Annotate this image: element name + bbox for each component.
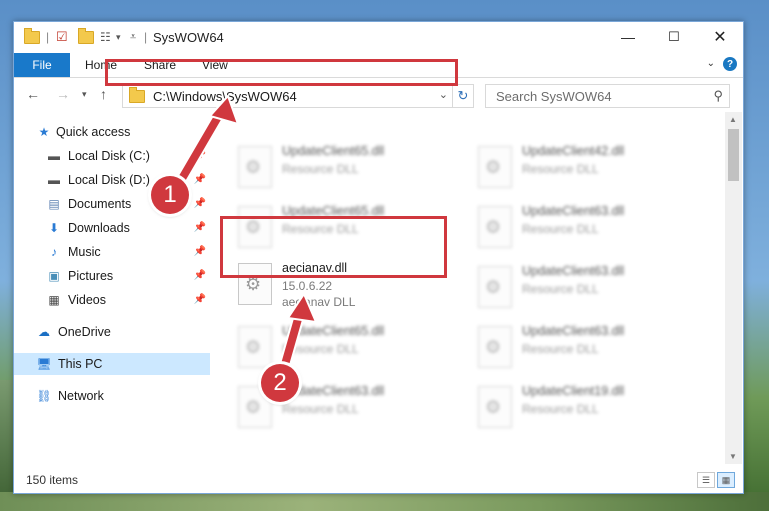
maximize-button[interactable]: ☐ [651, 22, 697, 52]
new-folder-icon[interactable] [78, 27, 94, 45]
properties-icon[interactable]: ☑ [56, 29, 68, 45]
file-item[interactable]: UpdateClient42.dll Resource DLL [474, 140, 694, 196]
scroll-up-icon[interactable]: ▲ [729, 115, 737, 124]
network-icon: ⛓ [36, 389, 52, 403]
search-box[interactable]: ⚲ [485, 84, 730, 108]
drive-icon: ▬ [48, 149, 60, 163]
sidebar-item-pictures[interactable]: ▣ Pictures 📌 [14, 265, 210, 287]
customize-quick-access-icon[interactable]: ⩡ [130, 29, 136, 45]
navigation-pane: ★ Quick access ▬ Local Disk (C:) 📌 ▬ Loc… [14, 112, 210, 464]
pin-icon: 📌 [193, 174, 206, 185]
documents-icon: ▤ [48, 197, 60, 211]
details-view-icon[interactable]: ☰ [697, 472, 715, 488]
dll-file-icon [238, 326, 272, 368]
pin-icon: 📌 [193, 294, 206, 305]
scroll-down-icon[interactable]: ▼ [729, 452, 737, 461]
videos-icon: ▦ [48, 293, 60, 307]
pin-icon: 📌 [193, 270, 206, 281]
large-icons-view-icon[interactable]: ▦ [717, 472, 735, 488]
search-icon[interactable]: ⚲ [713, 88, 723, 104]
dll-file-icon [238, 146, 272, 188]
back-arrow-icon[interactable]: ← [26, 86, 40, 102]
sidebar-item-quick-access[interactable]: ★ Quick access [36, 121, 210, 143]
file-version: 15.0.6.22 [282, 279, 333, 293]
address-bar[interactable]: C:\Windows\SysWOW64 ⌄ [122, 84, 453, 108]
pin-icon: 📌 [193, 222, 206, 233]
rename-icon[interactable]: ☷ [100, 29, 111, 45]
sidebar-item-music[interactable]: ♪ Music 📌 [14, 241, 210, 263]
pin-icon: 📌 [193, 246, 206, 257]
cloud-icon: ☁ [38, 325, 50, 339]
sidebar-item-videos[interactable]: ▦ Videos 📌 [14, 289, 210, 311]
dll-file-icon [478, 386, 512, 428]
address-path: C:\Windows\SysWOW64 [153, 88, 297, 104]
chevron-down-icon[interactable]: ⌄ [439, 88, 448, 101]
item-count: 150 items [26, 473, 79, 487]
pin-icon: 📌 [193, 198, 206, 209]
sidebar-item-network[interactable]: ⛓ Network [14, 385, 210, 407]
file-item[interactable]: UpdateClient63.dll Resource DLL [474, 320, 694, 376]
up-arrow-icon[interactable]: ↑ [100, 86, 107, 102]
file-list: UpdateClient65.dll Resource DLL UpdateCl… [224, 112, 725, 464]
pin-icon: 📌 [193, 150, 206, 161]
address-bar-highlight [105, 59, 458, 86]
dll-file-icon [478, 266, 512, 308]
recent-locations-icon[interactable]: ▾ [82, 89, 87, 100]
close-button[interactable]: ✕ [697, 22, 743, 52]
help-icon[interactable]: ? [723, 57, 737, 71]
download-icon: ⬇ [48, 221, 60, 235]
minimize-button[interactable]: — [605, 22, 651, 52]
file-item[interactable]: UpdateClient65.dll Resource DLL [234, 140, 454, 196]
chevron-down-icon[interactable]: ▾ [116, 29, 121, 45]
sidebar-item-local-disk-c[interactable]: ▬ Local Disk (C:) 📌 [14, 145, 210, 167]
music-icon: ♪ [51, 245, 57, 259]
file-highlight [220, 216, 447, 278]
dll-file-icon [478, 146, 512, 188]
folder-icon [24, 27, 40, 45]
callout-marker-2: 2 [261, 364, 299, 402]
dll-file-icon [478, 326, 512, 368]
vertical-scrollbar[interactable]: ▲ ▼ [725, 112, 742, 464]
drive-icon: ▬ [48, 173, 60, 187]
search-input[interactable] [494, 88, 698, 105]
pictures-icon: ▣ [48, 269, 60, 283]
tab-file[interactable]: File [14, 53, 70, 77]
computer-icon: 🖥 [36, 357, 52, 371]
separator: | [144, 30, 148, 44]
title-bar: | ☑ ☷ ▾ ⩡ | SysWOW64 — ☐ ✕ [14, 22, 743, 53]
expand-ribbon-icon[interactable]: ⌄ [707, 58, 715, 69]
separator: | [46, 30, 50, 44]
status-bar: 150 items ☰ ▦ [14, 468, 743, 492]
sidebar-item-onedrive[interactable]: ☁ OneDrive [14, 321, 210, 343]
sidebar-item-this-pc[interactable]: 🖥 This PC [14, 353, 210, 375]
desktop-background-strip [0, 492, 769, 511]
dll-file-icon [478, 206, 512, 248]
window-title: SysWOW64 [153, 30, 224, 45]
scrollbar-thumb[interactable] [728, 129, 739, 181]
file-item[interactable]: UpdateClient19.dll Resource DLL [474, 380, 694, 436]
file-item[interactable]: UpdateClient63.dll Resource DLL [474, 200, 694, 256]
sidebar-item-downloads[interactable]: ⬇ Downloads 📌 [14, 217, 210, 239]
file-description: aecianav DLL [282, 295, 356, 309]
refresh-button[interactable]: ↻ [452, 84, 474, 108]
folder-icon [129, 86, 145, 103]
forward-arrow-icon[interactable]: → [56, 86, 70, 102]
star-icon: ★ [38, 125, 50, 139]
callout-marker-1: 1 [151, 176, 189, 214]
file-item[interactable]: UpdateClient63.dll Resource DLL [474, 260, 694, 316]
